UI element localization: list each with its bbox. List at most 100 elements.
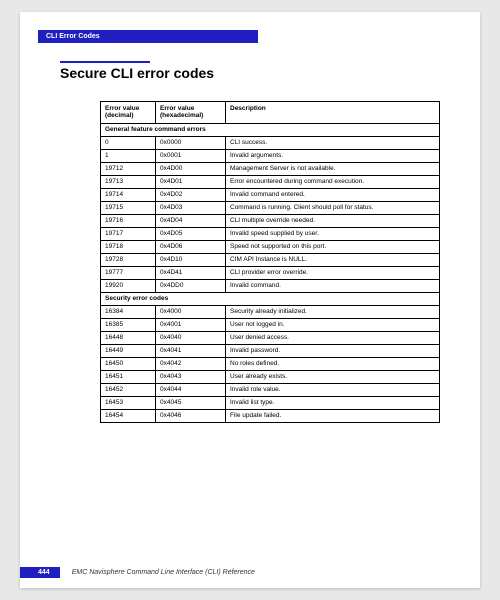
table-row: 164520x4044Invalid role value.: [101, 383, 440, 396]
cell-hex: 0x4D00: [156, 162, 226, 175]
cell-dec: 16454: [101, 409, 156, 422]
cell-desc: Command is running. Client should poll f…: [226, 201, 440, 214]
document-page: CLI Error Codes Secure CLI error codes E…: [20, 12, 480, 588]
cell-dec: 19716: [101, 214, 156, 227]
table-row: 197150x4D03Command is running. Client sh…: [101, 201, 440, 214]
table-section-label: General feature command errors: [101, 123, 440, 136]
table-row: 197140x4D02Invalid command entered.: [101, 188, 440, 201]
cell-dec: 16450: [101, 357, 156, 370]
table-row: 197180x4D06Speed not supported on this p…: [101, 240, 440, 253]
cell-hex: 0x4D41: [156, 266, 226, 279]
title-rule: [60, 61, 150, 63]
cell-hex: 0x4001: [156, 318, 226, 331]
cell-hex: 0x4041: [156, 344, 226, 357]
col-header-decimal: Error value (decimal): [101, 102, 156, 124]
header-section-label: CLI Error Codes: [46, 33, 100, 40]
cell-desc: Security already initialized.: [226, 305, 440, 318]
cell-dec: 19715: [101, 201, 156, 214]
cell-hex: 0x4D02: [156, 188, 226, 201]
table-row: 197280x4D10CIM API Instance is NULL.: [101, 253, 440, 266]
cell-desc: Invalid command entered.: [226, 188, 440, 201]
table-row: 00x0000CLI success.: [101, 136, 440, 149]
table-row: 197120x4D00Management Server is not avai…: [101, 162, 440, 175]
cell-desc: Invalid arguments.: [226, 149, 440, 162]
table-row: 164540x4046File update failed.: [101, 409, 440, 422]
table-row: 163840x4000Security already initialized.: [101, 305, 440, 318]
table-row: 10x0001Invalid arguments.: [101, 149, 440, 162]
table-row: 199200x4DD0Invalid command.: [101, 279, 440, 292]
cell-desc: Invalid password.: [226, 344, 440, 357]
cell-desc: Invalid command.: [226, 279, 440, 292]
cell-hex: 0x4043: [156, 370, 226, 383]
cell-desc: CIM API Instance is NULL.: [226, 253, 440, 266]
cell-dec: 1: [101, 149, 156, 162]
table-row: 163850x4001User not logged in.: [101, 318, 440, 331]
cell-desc: User not logged in.: [226, 318, 440, 331]
cell-desc: CLI multiple override needed.: [226, 214, 440, 227]
col-header-hex: Error value (hexadecimal): [156, 102, 226, 124]
cell-hex: 0x0000: [156, 136, 226, 149]
page-number: 444: [20, 567, 60, 578]
cell-dec: 16453: [101, 396, 156, 409]
footer-text: EMC Navisphere Command Line Interface (C…: [72, 569, 255, 576]
cell-dec: 16385: [101, 318, 156, 331]
cell-desc: Management Server is not available.: [226, 162, 440, 175]
cell-dec: 0: [101, 136, 156, 149]
cell-dec: 19718: [101, 240, 156, 253]
cell-hex: 0x4042: [156, 357, 226, 370]
cell-hex: 0x4045: [156, 396, 226, 409]
cell-dec: 16451: [101, 370, 156, 383]
cell-hex: 0x4000: [156, 305, 226, 318]
cell-desc: Invalid role value.: [226, 383, 440, 396]
table-section-row: Security error codes: [101, 292, 440, 305]
cell-desc: User denied access.: [226, 331, 440, 344]
cell-hex: 0x4040: [156, 331, 226, 344]
cell-dec: 19777: [101, 266, 156, 279]
cell-hex: 0x0001: [156, 149, 226, 162]
table-row: 197170x4D05Invalid speed supplied by use…: [101, 227, 440, 240]
cell-desc: User already exists.: [226, 370, 440, 383]
table-row: 197130x4D01Error encountered during comm…: [101, 175, 440, 188]
page-footer: 444 EMC Navisphere Command Line Interfac…: [20, 567, 255, 578]
cell-hex: 0x4D04: [156, 214, 226, 227]
cell-hex: 0x4D10: [156, 253, 226, 266]
cell-hex: 0x4046: [156, 409, 226, 422]
cell-dec: 19920: [101, 279, 156, 292]
table-row: 164500x4042No roles defined.: [101, 357, 440, 370]
cell-hex: 0x4044: [156, 383, 226, 396]
table-row: 164480x4040User denied access.: [101, 331, 440, 344]
cell-desc: No roles defined.: [226, 357, 440, 370]
cell-desc: File update failed.: [226, 409, 440, 422]
cell-dec: 19713: [101, 175, 156, 188]
cell-hex: 0x4D03: [156, 201, 226, 214]
table-section-label: Security error codes: [101, 292, 440, 305]
header-section-bar: CLI Error Codes: [38, 30, 258, 43]
error-code-table: Error value (decimal) Error value (hexad…: [100, 101, 440, 423]
table-row: 197770x4D41CLI provider error override.: [101, 266, 440, 279]
error-code-table-wrap: Error value (decimal) Error value (hexad…: [100, 101, 440, 423]
cell-dec: 16384: [101, 305, 156, 318]
cell-desc: Invalid speed supplied by user.: [226, 227, 440, 240]
cell-desc: Error encountered during command executi…: [226, 175, 440, 188]
cell-dec: 19717: [101, 227, 156, 240]
cell-desc: Speed not supported on this port.: [226, 240, 440, 253]
cell-dec: 16449: [101, 344, 156, 357]
cell-hex: 0x4D06: [156, 240, 226, 253]
table-header-row: Error value (decimal) Error value (hexad…: [101, 102, 440, 124]
table-row: 164490x4041Invalid password.: [101, 344, 440, 357]
table-row: 197160x4D04CLI multiple override needed.: [101, 214, 440, 227]
cell-desc: Invalid list type.: [226, 396, 440, 409]
page-title: Secure CLI error codes: [60, 65, 480, 81]
cell-dec: 16452: [101, 383, 156, 396]
table-row: 164510x4043User already exists.: [101, 370, 440, 383]
table-section-row: General feature command errors: [101, 123, 440, 136]
cell-dec: 16448: [101, 331, 156, 344]
cell-hex: 0x4D01: [156, 175, 226, 188]
cell-hex: 0x4D05: [156, 227, 226, 240]
col-header-desc: Description: [226, 102, 440, 124]
cell-dec: 19728: [101, 253, 156, 266]
cell-desc: CLI provider error override.: [226, 266, 440, 279]
table-row: 164530x4045Invalid list type.: [101, 396, 440, 409]
cell-dec: 19712: [101, 162, 156, 175]
cell-desc: CLI success.: [226, 136, 440, 149]
